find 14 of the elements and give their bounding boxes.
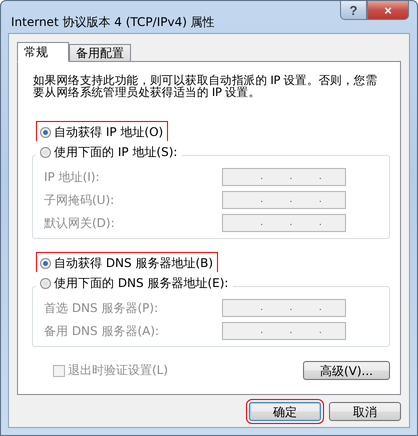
field-label: 子网掩码(U): xyxy=(44,192,114,208)
field-label: 首选 DNS 服务器(P): xyxy=(44,300,158,316)
tab[interactable]: 常规 xyxy=(17,42,69,62)
help-button[interactable]: ? xyxy=(340,1,367,20)
close-button[interactable]: × xyxy=(367,1,409,20)
tab[interactable]: 备用配置 xyxy=(69,44,131,61)
description-text: 如果网络支持此功能，则可以获取自动指派的 IP 设置。否则，您需要从网络系统管理员处获得适当的 IP 设置。 xyxy=(33,74,378,98)
field-label: 默认网关(D): xyxy=(44,214,115,232)
advanced-button[interactable]: 高级(V)... xyxy=(303,361,390,380)
field-label: IP 地址(I): xyxy=(44,168,100,186)
window-title: Internet 协议版本 4 (TCP/IPv4) 属性 xyxy=(11,14,215,31)
dialog-button[interactable]: 取消 xyxy=(329,402,401,421)
dialog-button[interactable]: 确定 xyxy=(249,402,321,421)
field-label: 备用 DNS 服务器(A): xyxy=(44,322,160,340)
